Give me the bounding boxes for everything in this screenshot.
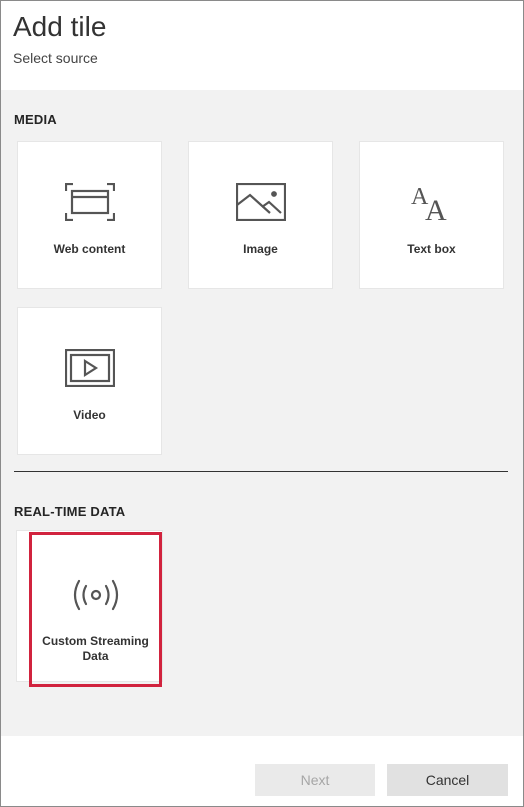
dialog-subtitle: Select source: [13, 50, 98, 66]
image-tile[interactable]: Image: [188, 141, 333, 289]
cancel-button[interactable]: Cancel: [387, 764, 508, 796]
text-box-icon: A A: [360, 180, 503, 224]
tile-label: Web content: [53, 242, 126, 256]
video-tile[interactable]: Video: [17, 307, 162, 455]
section-divider: [14, 471, 508, 472]
tile-label: Video: [73, 408, 106, 422]
web-content-tile[interactable]: Web content: [17, 141, 162, 289]
dialog-title: Add tile: [13, 11, 107, 42]
svg-text:A: A: [425, 194, 447, 222]
video-icon: [18, 346, 161, 390]
realtime-section-title: REAL-TIME DATA: [14, 504, 126, 519]
dialog-header: Add tile Select source: [1, 1, 523, 90]
web-content-icon: [18, 180, 161, 224]
tile-label: Text box: [407, 242, 456, 256]
text-box-tile[interactable]: A A Text box: [359, 141, 504, 289]
custom-streaming-data-tile[interactable]: Custom Streaming Data: [29, 532, 162, 687]
streaming-icon: [32, 575, 159, 615]
next-button[interactable]: Next: [255, 764, 375, 796]
add-tile-dialog: Add tile Select source MEDIA Web content: [0, 0, 524, 807]
dialog-footer: Next Cancel: [1, 736, 523, 806]
media-section-title: MEDIA: [14, 112, 57, 127]
tile-label: Image: [243, 242, 278, 256]
image-icon: [189, 180, 332, 224]
tile-label: Custom Streaming Data: [42, 634, 149, 663]
